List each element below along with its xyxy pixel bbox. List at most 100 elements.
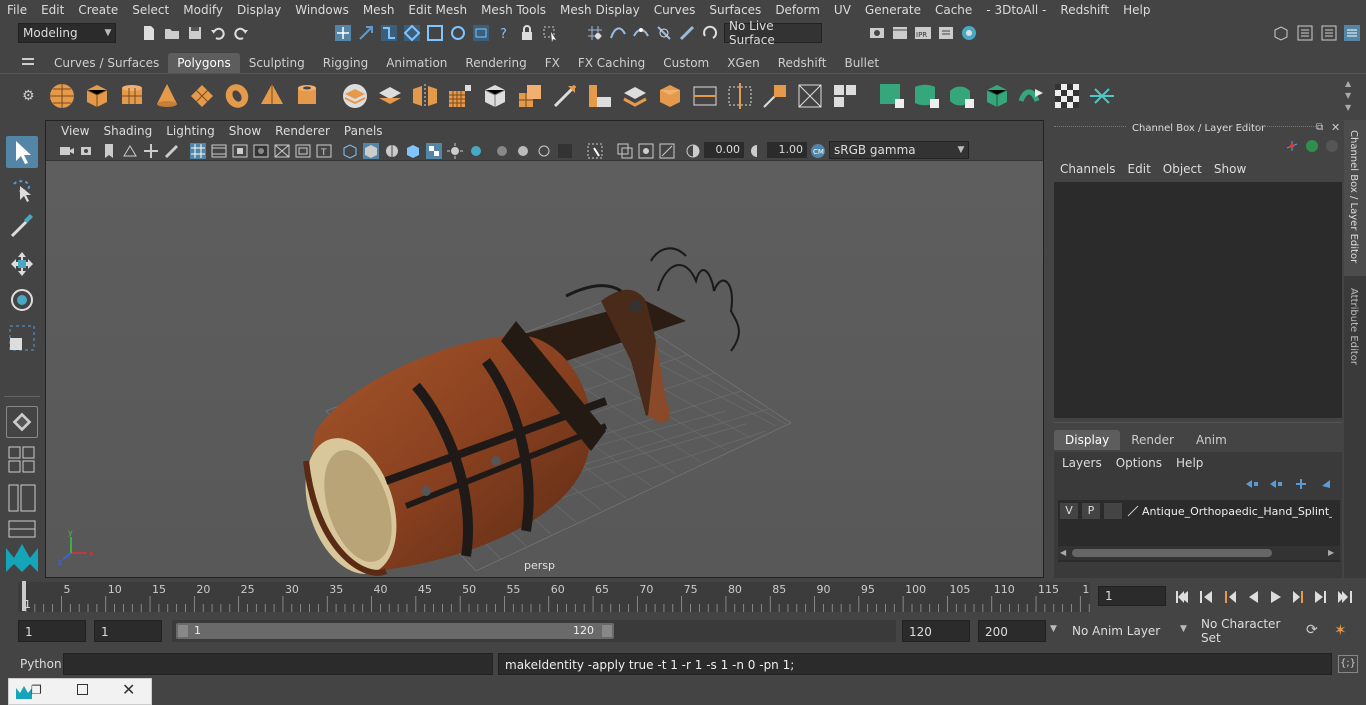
gamma-icon[interactable] — [748, 142, 766, 160]
viewport-menu-shading[interactable]: Shading — [96, 124, 159, 138]
poly-torus-icon[interactable] — [222, 81, 252, 111]
highlight-selection-icon[interactable] — [541, 24, 559, 42]
close-window-icon[interactable]: ✕ — [122, 680, 135, 699]
fill-hole-icon[interactable] — [655, 81, 685, 111]
shelf-tab-redshift[interactable]: Redshift — [769, 53, 836, 73]
workspace-dropdown[interactable]: Modeling ▼ — [18, 23, 116, 43]
modeling-toolkit-icon[interactable] — [1272, 24, 1290, 42]
anim-layer-dropdown[interactable]: No Anim Layer — [1068, 620, 1178, 642]
snap-point-icon[interactable] — [632, 24, 650, 42]
menu-edit[interactable]: Edit — [34, 3, 71, 17]
menu-file[interactable]: File — [0, 3, 34, 17]
ipr-render-icon[interactable]: IPR — [914, 24, 932, 42]
command-input[interactable] — [63, 653, 493, 675]
channel-menu-edit[interactable]: Edit — [1128, 162, 1163, 176]
snap-live-icon[interactable] — [678, 24, 696, 42]
grease-pencil-icon[interactable] — [163, 142, 181, 160]
screen-space-ao-icon[interactable] — [493, 142, 511, 160]
layer-visibility-toggle[interactable]: V — [1060, 503, 1078, 519]
layer-scroll-thumb[interactable] — [1072, 549, 1272, 557]
layer-toolbar-icons[interactable] — [1242, 476, 1342, 492]
menu-display[interactable]: Display — [230, 3, 288, 17]
shelf-tab-xgen[interactable]: XGen — [718, 53, 769, 73]
select-deformations-icon[interactable] — [449, 24, 467, 42]
select-dynamics-icon[interactable] — [472, 24, 490, 42]
cylindrical-uv-icon[interactable] — [912, 81, 942, 111]
use-all-lights-icon[interactable] — [446, 142, 464, 160]
3d-scene-view[interactable]: x y z persp — [46, 161, 1043, 577]
time-ruler[interactable]: 5 10 15 20 25 30 35 40 45 50 55 60 65 70 75 80 85 90 95 100… — [18, 581, 1090, 612]
backface-culling-icon[interactable] — [658, 142, 676, 160]
viewport-menu-view[interactable]: View — [54, 124, 96, 138]
shelf-tab-rendering[interactable]: Rendering — [456, 53, 535, 73]
offset-edge-loop-icon[interactable] — [760, 81, 790, 111]
menu-surfaces[interactable]: Surfaces — [702, 3, 768, 17]
shelf-tab-animation[interactable]: Animation — [377, 53, 456, 73]
viewport-menu-renderer[interactable]: Renderer — [268, 124, 337, 138]
redo-icon[interactable] — [232, 24, 250, 42]
2d-pan-zoom-icon[interactable] — [142, 142, 160, 160]
poly-pipe-icon[interactable] — [292, 81, 322, 111]
snap-grid-icon[interactable] — [586, 24, 604, 42]
shelf-tab-fx-caching[interactable]: FX Caching — [569, 53, 654, 73]
camera-attributes-icon[interactable] — [79, 142, 97, 160]
smooth-icon[interactable] — [445, 81, 475, 111]
menu-modify[interactable]: Modify — [176, 3, 230, 17]
animation-end-field[interactable]: 200 — [978, 620, 1046, 642]
shelf-tab-custom[interactable]: Custom — [654, 53, 718, 73]
poly-plane-icon[interactable] — [187, 81, 217, 111]
bookmark-icon[interactable] — [100, 142, 118, 160]
render-settings-icon[interactable] — [868, 24, 886, 42]
menu-edit-mesh[interactable]: Edit Mesh — [401, 3, 474, 17]
chevron-down-icon[interactable]: ▼ — [1180, 624, 1187, 634]
menu-mesh-display[interactable]: Mesh Display — [553, 3, 647, 17]
automatic-uv-icon[interactable] — [982, 81, 1012, 111]
side-tab-channel-box[interactable]: Channel Box / Layer Editor — [1344, 120, 1366, 276]
auto-key-icon[interactable]: ⟳ — [1306, 622, 1318, 638]
undo-icon[interactable] — [209, 24, 227, 42]
multi-cut-icon[interactable] — [690, 81, 720, 111]
select-surfaces-icon[interactable] — [426, 24, 444, 42]
channel-menu-object[interactable]: Object — [1163, 162, 1214, 176]
layer-menu-help[interactable]: Help — [1176, 456, 1217, 470]
script-language-toggle[interactable]: Python — [20, 657, 62, 671]
select-joints-icon[interactable] — [380, 24, 398, 42]
viewport-menu-lighting[interactable]: Lighting — [159, 124, 222, 138]
playback-end-field[interactable]: 120 — [902, 620, 970, 642]
make-live-icon[interactable] — [701, 24, 719, 42]
menu-generate[interactable]: Generate — [858, 3, 928, 17]
menu-select[interactable]: Select — [125, 3, 176, 17]
hyper-icon[interactable] — [1326, 140, 1338, 152]
default-material-icon[interactable] — [383, 142, 401, 160]
float-panel-icon[interactable]: ⧉ — [1316, 122, 1323, 133]
layer-display-type-toggle[interactable] — [1104, 503, 1122, 519]
paint-select-tool-icon[interactable] — [6, 210, 38, 242]
multisample-aa-icon[interactable] — [535, 142, 553, 160]
menu-mesh[interactable]: Mesh — [356, 3, 402, 17]
outliner-layout-icon[interactable] — [8, 484, 36, 512]
range-slider[interactable]: 1 120 — [172, 620, 896, 642]
menu-help[interactable]: Help — [1116, 3, 1157, 17]
live-surface-field[interactable]: No Live Surface — [724, 19, 822, 47]
layer-tab-render[interactable]: Render — [1120, 430, 1185, 450]
smooth-shade-icon[interactable] — [362, 142, 380, 160]
shelf-tab-bullet[interactable]: Bullet — [835, 53, 888, 73]
poly-cube-icon[interactable] — [82, 81, 112, 111]
range-slider-handle[interactable]: 1 120 — [176, 623, 614, 639]
render-frame-icon[interactable] — [891, 24, 909, 42]
gamma-field[interactable]: 1.00 — [767, 142, 807, 158]
panel-grip[interactable] — [1054, 126, 1126, 130]
character-set-dropdown[interactable]: No Character Set — [1197, 617, 1297, 645]
spherical-uv-icon[interactable] — [947, 81, 977, 111]
viewport-menu-panels[interactable]: Panels — [337, 124, 390, 138]
xray-joints-icon[interactable] — [637, 142, 655, 160]
manipulator-icon[interactable] — [1286, 140, 1298, 152]
color-space-dropdown[interactable]: sRGB gamma ▼ — [829, 141, 969, 159]
shadows-icon[interactable] — [467, 142, 485, 160]
depth-of-field-icon[interactable] — [556, 142, 574, 160]
open-scene-icon[interactable] — [163, 24, 181, 42]
camera-select-icon[interactable] — [58, 142, 76, 160]
checker-uv-icon[interactable] — [1052, 81, 1082, 111]
exposure-field[interactable]: 0.00 — [704, 142, 744, 158]
save-scene-icon[interactable] — [186, 24, 204, 42]
